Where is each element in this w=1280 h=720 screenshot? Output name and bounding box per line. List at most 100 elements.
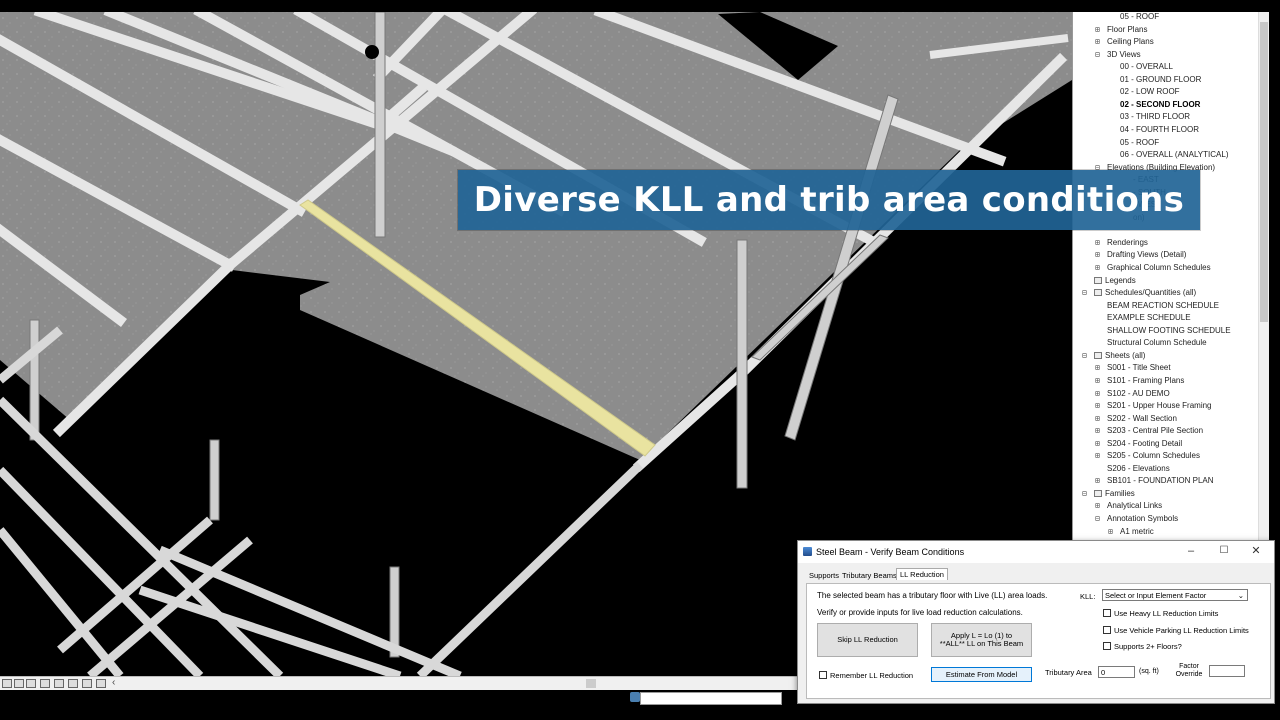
caption-text: Diverse KLL and trib area conditions	[473, 180, 1185, 220]
browser-item[interactable]: BEAM REACTION SCHEDULE	[1107, 301, 1219, 311]
minimize-icon[interactable]: –	[1185, 545, 1197, 557]
browser-item[interactable]: 04 - FOURTH FLOOR	[1120, 125, 1199, 135]
factor-override-label: Factor Override	[1175, 663, 1203, 678]
browser-item[interactable]: 05 - ROOF	[1120, 138, 1159, 148]
expand-icon[interactable]: ⊞	[1095, 363, 1100, 373]
scale-icon[interactable]	[2, 679, 12, 688]
detail-level-icon[interactable]	[14, 679, 24, 688]
hide-crop-icon[interactable]	[96, 679, 106, 688]
browser-item[interactable]: S202 - Wall Section	[1107, 414, 1177, 424]
dialog-title: Steel Beam - Verify Beam Conditions	[816, 547, 965, 557]
expand-icon[interactable]: ⊞	[1095, 37, 1100, 47]
visual-style-icon[interactable]	[26, 679, 36, 688]
factor-override-input[interactable]	[1209, 665, 1245, 677]
browser-item[interactable]: Drafting Views (Detail)	[1107, 250, 1186, 260]
kll-select[interactable]: Select or Input Element Factor ⌄	[1102, 589, 1248, 601]
apply-lo-button[interactable]: Apply L = Lo (1) to **ALL** LL on This B…	[931, 623, 1032, 657]
expand-icon[interactable]: ⊞	[1095, 451, 1100, 461]
browser-item[interactable]: A1 metric	[1120, 527, 1154, 537]
workset-icon[interactable]	[630, 692, 640, 702]
render-icon[interactable]	[68, 679, 78, 688]
expand-icon[interactable]: ⊞	[1095, 426, 1100, 436]
maximize-icon[interactable]: ☐	[1218, 545, 1230, 557]
browser-scrollbar[interactable]	[1258, 12, 1269, 542]
estimate-from-model-button[interactable]: Estimate From Model	[931, 667, 1032, 682]
tab-tributary-beams[interactable]: Tributary Beams	[839, 570, 900, 581]
supports-floors-checkbox[interactable]	[1103, 642, 1111, 650]
browser-item[interactable]: SHALLOW FOOTING SCHEDULE	[1107, 326, 1231, 336]
expand-icon[interactable]: ⊞	[1095, 501, 1100, 511]
remember-ll-checkbox[interactable]	[819, 671, 827, 679]
browser-item[interactable]: 01 - GROUND FLOOR	[1120, 75, 1201, 85]
expand-icon[interactable]: ⊞	[1095, 25, 1100, 35]
sun-path-icon[interactable]	[40, 679, 50, 688]
skip-ll-reduction-button[interactable]: Skip LL Reduction	[817, 623, 918, 657]
supports-floors-label: Supports 2+ Floors?	[1114, 642, 1182, 651]
status-field[interactable]	[640, 692, 782, 705]
collapse-icon[interactable]: ⊟	[1095, 514, 1100, 524]
browser-item[interactable]: Ceiling Plans	[1107, 37, 1154, 47]
browser-item[interactable]: 3D Views	[1107, 50, 1141, 60]
browser-item[interactable]: S206 - Elevations	[1107, 464, 1170, 474]
collapse-icon[interactable]: ⊟	[1082, 489, 1087, 499]
browser-item[interactable]: Legends	[1105, 276, 1136, 286]
collapse-icon[interactable]: ⊟	[1082, 351, 1087, 361]
browser-item[interactable]: SB101 - FOUNDATION PLAN	[1107, 476, 1214, 486]
browser-item[interactable]: Floor Plans	[1107, 25, 1147, 35]
browser-item[interactable]: Families	[1105, 489, 1135, 499]
browser-item[interactable]: S102 - AU DEMO	[1107, 389, 1170, 399]
browser-item[interactable]: Annotation Symbols	[1107, 514, 1178, 524]
close-icon[interactable]: ✕	[1250, 545, 1262, 557]
browser-item[interactable]: Sheets (all)	[1105, 351, 1145, 361]
ll-reduction-panel: The selected beam has a tributary floor …	[806, 583, 1271, 699]
collapse-icon[interactable]: ⊟	[1095, 50, 1100, 60]
browser-item[interactable]: S205 - Column Schedules	[1107, 451, 1200, 461]
expand-icon[interactable]: ⊞	[1095, 250, 1100, 260]
folder-icon	[1094, 351, 1102, 359]
browser-item[interactable]: Analytical Links	[1107, 501, 1162, 511]
expand-icon[interactable]: ⊞	[1095, 376, 1100, 386]
browser-item[interactable]: Structural Column Schedule	[1107, 338, 1207, 348]
expand-icon[interactable]: ⊞	[1095, 439, 1100, 449]
vehicle-parking-checkbox[interactable]	[1103, 626, 1111, 634]
floor-slab	[0, 12, 1072, 460]
browser-item[interactable]: 05 - ROOF	[1120, 12, 1159, 22]
browser-scroll-thumb[interactable]	[1260, 22, 1268, 322]
browser-item[interactable]: Renderings	[1107, 238, 1148, 248]
browser-item[interactable]: Schedules/Quantities (all)	[1105, 288, 1196, 298]
collapse-icon[interactable]: ⊟	[1082, 288, 1087, 298]
expand-icon[interactable]: ⊞	[1095, 414, 1100, 424]
browser-item[interactable]: S001 - Title Sheet	[1107, 363, 1171, 373]
message-line-2: Verify or provide inputs for live load r…	[817, 608, 1023, 617]
tab-ll-reduction[interactable]: LL Reduction	[896, 568, 948, 580]
browser-item[interactable]: S101 - Framing Plans	[1107, 376, 1184, 386]
browser-item[interactable]: 03 - THIRD FLOOR	[1120, 112, 1190, 122]
expand-icon[interactable]: ⊞	[1095, 238, 1100, 248]
browser-item[interactable]: S201 - Upper House Framing	[1107, 401, 1212, 411]
tributary-area-input[interactable]: 0	[1098, 666, 1135, 678]
expand-icon[interactable]: ⊞	[1108, 527, 1113, 537]
vehicle-parking-label: Use Vehicle Parking LL Reduction Limits	[1114, 626, 1249, 635]
browser-item[interactable]: 00 - OVERALL	[1120, 62, 1173, 72]
browser-item[interactable]: 02 - LOW ROOF	[1120, 87, 1180, 97]
chevron-left-icon[interactable]: ‹	[112, 677, 115, 688]
shadows-icon[interactable]	[54, 679, 64, 688]
expand-icon[interactable]: ⊞	[1095, 389, 1100, 399]
dialog-titlebar[interactable]: Steel Beam - Verify Beam Conditions – ☐ …	[798, 541, 1274, 563]
expand-icon[interactable]: ⊞	[1095, 263, 1100, 273]
browser-item[interactable]: Graphical Column Schedules	[1107, 263, 1211, 273]
tab-supports[interactable]: Supports	[806, 570, 842, 581]
crop-icon[interactable]	[82, 679, 92, 688]
browser-item[interactable]: EXAMPLE SCHEDULE	[1107, 313, 1191, 323]
heavy-ll-checkbox[interactable]	[1103, 609, 1111, 617]
tributary-area-unit: (sq. ft)	[1139, 668, 1159, 675]
expand-icon[interactable]: ⊞	[1095, 476, 1100, 486]
tributary-area-label: Tributary Area	[1045, 668, 1092, 677]
verify-beam-dialog: Steel Beam - Verify Beam Conditions – ☐ …	[797, 540, 1275, 704]
browser-item[interactable]: S204 - Footing Detail	[1107, 439, 1182, 449]
browser-item[interactable]: S203 - Central Pile Section	[1107, 426, 1203, 436]
expand-icon[interactable]: ⊞	[1095, 401, 1100, 411]
browser-item[interactable]: 02 - SECOND FLOOR	[1120, 100, 1200, 110]
browser-item[interactable]: 06 - OVERALL (ANALYTICAL)	[1120, 150, 1228, 160]
scroll-handle[interactable]	[586, 679, 596, 688]
